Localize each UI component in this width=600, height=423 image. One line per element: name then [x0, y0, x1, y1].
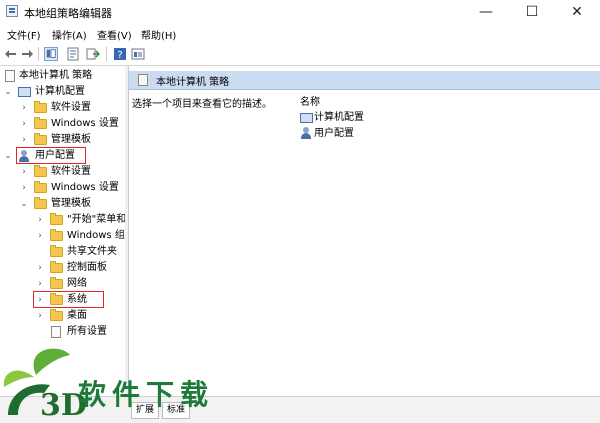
list-item-label: 计算机配置: [314, 112, 364, 123]
tree-item-cc-software[interactable]: › 软件设置: [0, 100, 123, 116]
menu-view[interactable]: 查看(V): [97, 27, 132, 42]
description-text: 选择一个项目来查看它的描述。: [132, 99, 272, 110]
tree-item-shared-folders[interactable]: 共享文件夹: [0, 244, 123, 260]
folder-icon: [34, 197, 47, 209]
minimize-button[interactable]: —: [463, 0, 509, 24]
tree-label: 软件设置: [51, 166, 91, 177]
chevron-right-icon[interactable]: ›: [20, 100, 28, 116]
tree-label: Windows 设置: [51, 182, 119, 193]
title-bar: 本地组策略编辑器 — ☐ ✕: [0, 0, 600, 24]
chevron-right-icon[interactable]: ›: [36, 308, 44, 324]
details-header: 本地计算机 策略: [129, 71, 600, 90]
properties-icon[interactable]: [66, 47, 80, 61]
folder-icon: [34, 117, 47, 129]
tree-item-cc-windows[interactable]: › Windows 设置: [0, 116, 123, 132]
chevron-right-icon[interactable]: ›: [20, 132, 28, 148]
back-arrow-icon[interactable]: [4, 47, 18, 61]
folder-icon: [34, 101, 47, 113]
user-config-icon: [300, 127, 312, 139]
details-pane: 本地计算机 策略 选择一个项目来查看它的描述。 名称 计算机配置 用户配置: [129, 66, 600, 396]
tree-item-uc-admin[interactable]: ⌄ 管理模板: [0, 196, 123, 212]
highlight-system: [33, 291, 104, 308]
menu-action[interactable]: 操作(A): [52, 27, 87, 42]
chevron-down-icon[interactable]: ⌄: [4, 148, 12, 164]
folder-icon: [50, 309, 63, 321]
forward-arrow-icon[interactable]: [20, 47, 34, 61]
tree-item-windows-components[interactable]: › Windows 组: [0, 228, 125, 244]
chevron-right-icon[interactable]: ›: [36, 212, 44, 228]
toolbar-separator: [38, 47, 39, 61]
list-item-label: 用户配置: [314, 128, 354, 139]
folder-icon: [34, 165, 47, 177]
tab-extended[interactable]: 扩展: [131, 402, 160, 419]
tree-label: 管理模板: [51, 134, 91, 145]
chevron-right-icon[interactable]: ›: [36, 276, 44, 292]
tree-label: 共享文件夹: [67, 246, 117, 257]
details-header-title: 本地计算机 策略: [156, 77, 230, 88]
tree-item-network[interactable]: › 网络: [0, 276, 123, 292]
policy-doc-icon: [138, 74, 148, 86]
toolbar: ?: [0, 43, 600, 66]
tree-label: 管理模板: [51, 198, 91, 209]
tree-item-uc-software[interactable]: › 软件设置: [0, 164, 123, 180]
help-icon[interactable]: ?: [113, 47, 127, 61]
folder-icon: [50, 261, 63, 273]
window-title: 本地组策略编辑器: [24, 7, 112, 20]
tree-label: 网络: [67, 278, 87, 289]
tree-item-control-panel[interactable]: › 控制面板: [0, 260, 123, 276]
tree-label: 所有设置: [67, 326, 107, 337]
tree-item-all-settings[interactable]: 所有设置: [0, 324, 123, 340]
policy-doc-icon: [5, 70, 15, 82]
tab-standard[interactable]: 标准: [162, 402, 191, 419]
folder-icon: [50, 213, 63, 225]
computer-icon: [300, 113, 313, 123]
status-bar: 扩展 标准: [0, 396, 600, 423]
chevron-right-icon[interactable]: ›: [36, 228, 44, 244]
view-icon[interactable]: [131, 47, 145, 61]
group-policy-editor-window: 本地组策略编辑器 — ☐ ✕ 文件(F) 操作(A) 查看(V) 帮助(H) ?…: [0, 0, 600, 423]
tree-item-uc-windows[interactable]: › Windows 设置: [0, 180, 123, 196]
chevron-down-icon[interactable]: ⌄: [4, 84, 12, 100]
tree-label: "开始"菜单和: [67, 214, 126, 225]
folder-icon: [34, 181, 47, 193]
chevron-right-icon[interactable]: ›: [36, 260, 44, 276]
tree-label: 计算机配置: [35, 86, 85, 97]
gpedit-app-icon: [6, 5, 18, 17]
chevron-right-icon[interactable]: ›: [20, 116, 28, 132]
show-hide-tree-icon[interactable]: [44, 47, 58, 61]
computer-icon: [18, 87, 31, 97]
tree-item-cc-admin[interactable]: › 管理模板: [0, 132, 123, 148]
export-list-icon[interactable]: [86, 47, 100, 61]
maximize-button[interactable]: ☐: [509, 0, 555, 24]
menu-file[interactable]: 文件(F): [7, 27, 41, 42]
close-button[interactable]: ✕: [554, 0, 600, 24]
highlight-user-config: [16, 147, 86, 164]
toolbar-separator: [106, 47, 107, 61]
folder-icon: [50, 245, 63, 257]
tree-item-start-menu[interactable]: › "开始"菜单和: [0, 212, 126, 228]
menu-bar: 文件(F) 操作(A) 查看(V) 帮助(H): [0, 25, 600, 43]
folder-icon: [50, 277, 63, 289]
tree-item-desktop[interactable]: › 桌面: [0, 308, 123, 324]
tree-label: 桌面: [67, 310, 87, 321]
column-header-name[interactable]: 名称: [300, 93, 320, 108]
folder-icon: [50, 229, 63, 241]
tree-label: Windows 设置: [51, 118, 119, 129]
tree-label: Windows 组: [67, 230, 125, 241]
chevron-right-icon[interactable]: ›: [20, 180, 28, 196]
tree-item-computer-config[interactable]: ⌄ 计算机配置: [0, 84, 123, 100]
chevron-down-icon[interactable]: ⌄: [20, 196, 28, 212]
tree-label: 本地计算机 策略: [19, 70, 93, 81]
svg-text:?: ?: [117, 50, 122, 61]
tree-item-root[interactable]: 本地计算机 策略: [0, 68, 123, 84]
tree-label: 软件设置: [51, 102, 91, 113]
folder-icon: [34, 133, 47, 145]
tree-label: 控制面板: [67, 262, 107, 273]
settings-list-icon: [51, 326, 61, 338]
menu-help[interactable]: 帮助(H): [141, 27, 176, 42]
tree-pane: 本地计算机 策略 ⌄ 计算机配置 › 软件设置 › Windows 设置 › 管…: [0, 66, 126, 396]
chevron-right-icon[interactable]: ›: [20, 164, 28, 180]
